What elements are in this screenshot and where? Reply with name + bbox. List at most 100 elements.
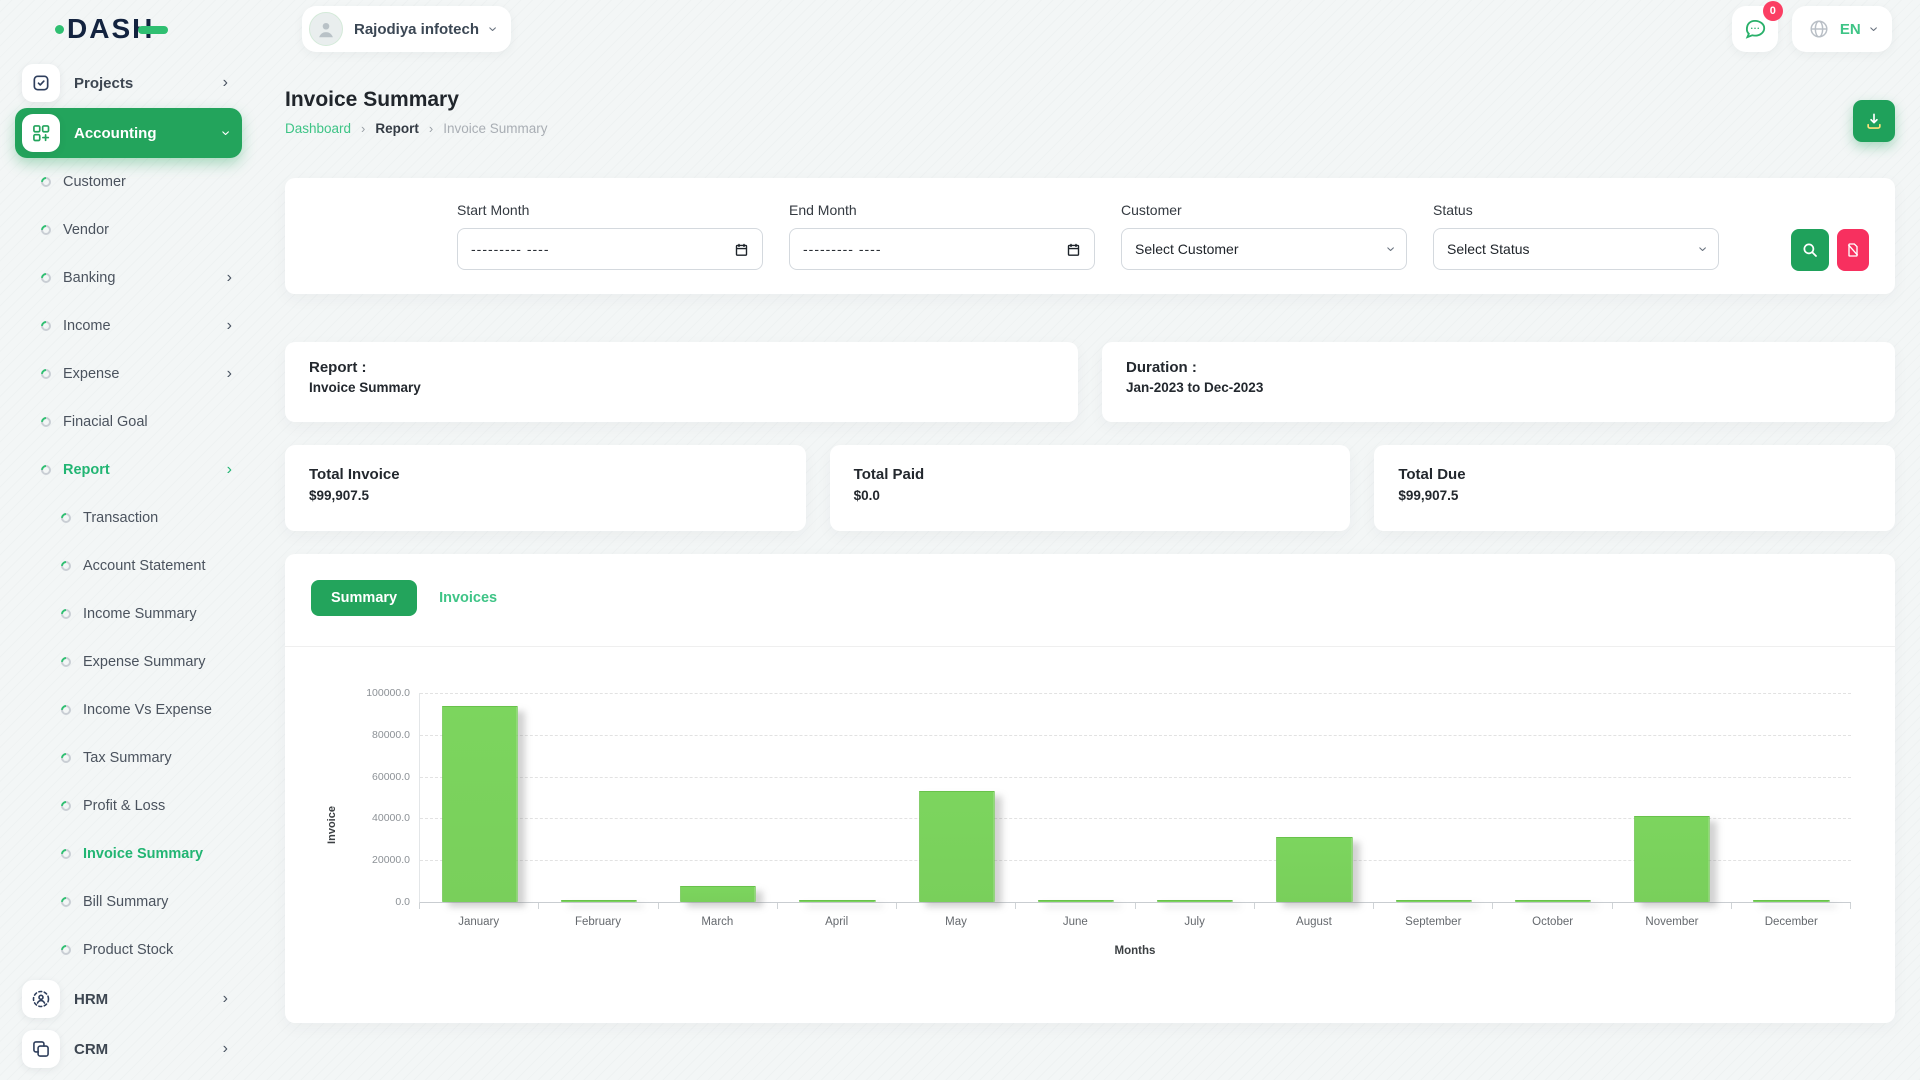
- bar-november[interactable]: [1634, 816, 1710, 902]
- projects-icon: [22, 64, 60, 102]
- sidebar: Projects›Accounting›CustomerVendorBankin…: [0, 58, 260, 1074]
- tab-summary[interactable]: Summary: [311, 580, 417, 616]
- customer-field: Customer Select Customer ›: [1121, 202, 1407, 270]
- download-button[interactable]: [1853, 100, 1895, 142]
- messages-button[interactable]: 0: [1732, 6, 1778, 52]
- x-axis-label: June: [1016, 916, 1135, 928]
- bar-december[interactable]: [1753, 900, 1829, 902]
- bar-chart: Invoice 0.020000.040000.060000.080000.01…: [285, 647, 1895, 957]
- status-select[interactable]: Select Status ›: [1433, 228, 1719, 270]
- breadcrumb-separator: ›: [429, 121, 433, 136]
- bar-may[interactable]: [918, 791, 994, 902]
- main-content: Invoice Summary Dashboard › Report › Invoice…: [260, 58, 1920, 1023]
- bullet-icon: [39, 175, 53, 189]
- sidebar-item-product-stock[interactable]: Product Stock: [15, 926, 242, 974]
- sidebar-item-tax-summary[interactable]: Tax Summary: [15, 734, 242, 782]
- calendar-icon[interactable]: [1066, 242, 1081, 257]
- bar-march[interactable]: [680, 886, 756, 902]
- sidebar-item-hrm[interactable]: HRM›: [15, 974, 242, 1024]
- breadcrumb-report[interactable]: Report: [375, 121, 419, 136]
- bar-february[interactable]: [561, 900, 637, 902]
- sidebar-item-customer[interactable]: Customer: [15, 158, 242, 206]
- x-axis-label: January: [419, 916, 538, 928]
- breadcrumb-invoice-summary: Invoice Summary: [443, 121, 547, 136]
- sidebar-item-income[interactable]: Income ›: [15, 302, 242, 350]
- file-slash-icon: [1845, 242, 1861, 258]
- y-axis-tick-label: 40000.0: [372, 812, 410, 824]
- chevron-down-icon: ›: [1694, 246, 1710, 251]
- sidebar-item-crm[interactable]: CRM›: [15, 1024, 242, 1074]
- sidebar-item-label: Transaction: [83, 510, 158, 526]
- search-button[interactable]: [1791, 229, 1829, 271]
- start-month-input[interactable]: --------- ----: [457, 228, 763, 270]
- sidebar-item-accounting[interactable]: Accounting›: [15, 108, 242, 158]
- breadcrumb-dashboard[interactable]: Dashboard: [285, 121, 351, 136]
- language-selector[interactable]: EN ›: [1792, 6, 1892, 52]
- sidebar-menu: Projects›Accounting›CustomerVendorBankin…: [15, 58, 260, 1074]
- sidebar-item-label: Account Statement: [83, 558, 206, 574]
- page-title: Invoice Summary: [285, 88, 548, 112]
- bar-october[interactable]: [1515, 900, 1591, 902]
- x-axis-label: September: [1374, 916, 1493, 928]
- chevron-right-icon: ›: [223, 1041, 228, 1057]
- bar-september[interactable]: [1395, 900, 1471, 902]
- sidebar-item-transaction[interactable]: Transaction: [15, 494, 242, 542]
- bullet-icon: [39, 367, 53, 381]
- x-axis-label: December: [1732, 916, 1851, 928]
- bar-slot: [659, 693, 778, 902]
- customer-label: Customer: [1121, 202, 1407, 218]
- total-paid-label: Total Paid: [854, 466, 1327, 483]
- chevron-right-icon: ›: [227, 270, 232, 286]
- sidebar-item-invoice-summary[interactable]: Invoice Summary: [15, 830, 242, 878]
- bar-slot: [1374, 693, 1493, 902]
- sidebar-item-label: Income: [63, 318, 111, 334]
- axis-tick: [1255, 903, 1374, 909]
- duration-info-card: Duration : Jan-2023 to Dec-2023: [1102, 342, 1895, 422]
- customer-select[interactable]: Select Customer ›: [1121, 228, 1407, 270]
- axis-tick: [419, 903, 539, 909]
- sidebar-item-label: Expense Summary: [83, 654, 206, 670]
- sidebar-item-vendor[interactable]: Vendor: [15, 206, 242, 254]
- status-label: Status: [1433, 202, 1719, 218]
- chevron-down-icon: ›: [1382, 246, 1398, 251]
- y-axis-tick-label: 100000.0: [366, 687, 410, 699]
- sidebar-item-projects[interactable]: Projects›: [15, 58, 242, 108]
- report-value: Invoice Summary: [309, 380, 1054, 395]
- company-selector[interactable]: Rajodiya infotech ›: [302, 6, 511, 52]
- sidebar-item-expense-summary[interactable]: Expense Summary: [15, 638, 242, 686]
- accounting-icon: [22, 114, 60, 152]
- chart-tabs: Summary Invoices: [285, 580, 1895, 647]
- sidebar-item-bill-summary[interactable]: Bill Summary: [15, 878, 242, 926]
- y-axis-tick-label: 0.0: [395, 896, 410, 908]
- sidebar-item-report[interactable]: Report›: [15, 446, 242, 494]
- bar-slot: [778, 693, 897, 902]
- sidebar-item-account-statement[interactable]: Account Statement: [15, 542, 242, 590]
- sidebar-item-expense[interactable]: Expense›: [15, 350, 242, 398]
- download-icon: [1864, 111, 1884, 131]
- bullet-icon: [59, 895, 73, 909]
- y-axis-tick-label: 60000.0: [372, 771, 410, 783]
- tab-invoices[interactable]: Invoices: [439, 590, 497, 606]
- bar-slot: [897, 693, 1016, 902]
- chevron-right-icon: ›: [227, 318, 232, 334]
- bar-july[interactable]: [1157, 900, 1233, 903]
- sidebar-item-income-vs-expense[interactable]: Income Vs Expense: [15, 686, 242, 734]
- bullet-icon: [59, 703, 73, 717]
- status-field: Status Select Status ›: [1433, 202, 1719, 270]
- calendar-icon[interactable]: [734, 242, 749, 257]
- sidebar-item-income-summary[interactable]: Income Summary: [15, 590, 242, 638]
- sidebar-item-finacial-goal[interactable]: Finacial Goal: [15, 398, 242, 446]
- bullet-icon: [59, 607, 73, 621]
- bar-june[interactable]: [1038, 900, 1114, 903]
- bar-april[interactable]: [799, 900, 875, 902]
- bar-january[interactable]: [441, 706, 517, 902]
- sidebar-item-profit-loss[interactable]: Profit & Loss: [15, 782, 242, 830]
- end-month-input[interactable]: --------- ----: [789, 228, 1095, 270]
- total-paid-card: Total Paid $0.0: [830, 445, 1351, 531]
- breadcrumb: Dashboard › Report › Invoice Summary: [285, 121, 548, 136]
- bar-slot: [1016, 693, 1135, 902]
- reset-button[interactable]: [1837, 229, 1869, 271]
- bar-august[interactable]: [1276, 837, 1352, 902]
- breadcrumb-separator: ›: [361, 121, 365, 136]
- sidebar-item-banking[interactable]: Banking›: [15, 254, 242, 302]
